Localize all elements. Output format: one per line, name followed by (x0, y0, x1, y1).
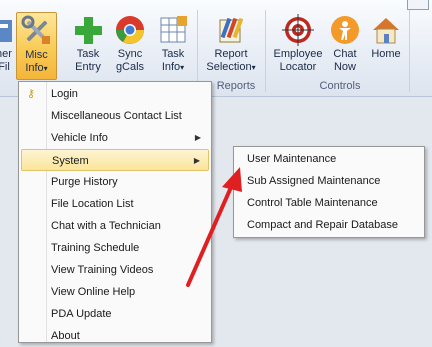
annotation-arrow (186, 167, 242, 287)
arrow-shaft (186, 183, 234, 287)
arrow-head (222, 167, 242, 192)
